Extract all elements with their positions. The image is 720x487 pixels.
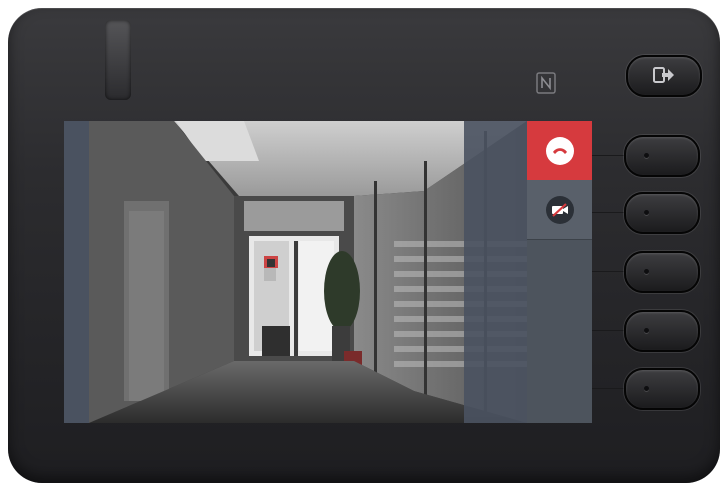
nfc-icon	[536, 72, 556, 94]
key-connector-3	[592, 271, 626, 272]
hangup-icon	[552, 147, 567, 154]
line-key-3[interactable]	[624, 251, 700, 293]
key-connector-4	[592, 330, 626, 331]
logout-icon	[653, 67, 674, 83]
end-call-button[interactable]	[527, 121, 592, 180]
key-connector-1	[592, 155, 626, 156]
end-call-circle	[545, 136, 574, 165]
line-key-4[interactable]	[624, 310, 700, 352]
key-dot	[644, 386, 649, 391]
key-dot	[644, 328, 649, 333]
video-frame-image	[64, 121, 527, 423]
camera-circle	[545, 195, 574, 224]
camera-toggle-button[interactable]	[527, 180, 592, 240]
line-key-1[interactable]	[624, 135, 700, 177]
line-key-5[interactable]	[624, 368, 700, 410]
key-connector-2	[592, 212, 626, 213]
call-sidebar	[527, 121, 592, 423]
video-feed	[64, 121, 527, 423]
key-dot	[644, 153, 649, 158]
display-screen	[64, 121, 592, 423]
key-connector-5	[592, 388, 626, 389]
key-dot	[644, 210, 649, 215]
key-dot	[644, 269, 649, 274]
line-key-2[interactable]	[624, 192, 700, 234]
camera-off-icon	[551, 202, 568, 217]
logout-button[interactable]	[626, 55, 702, 97]
handset-slot	[105, 20, 131, 100]
